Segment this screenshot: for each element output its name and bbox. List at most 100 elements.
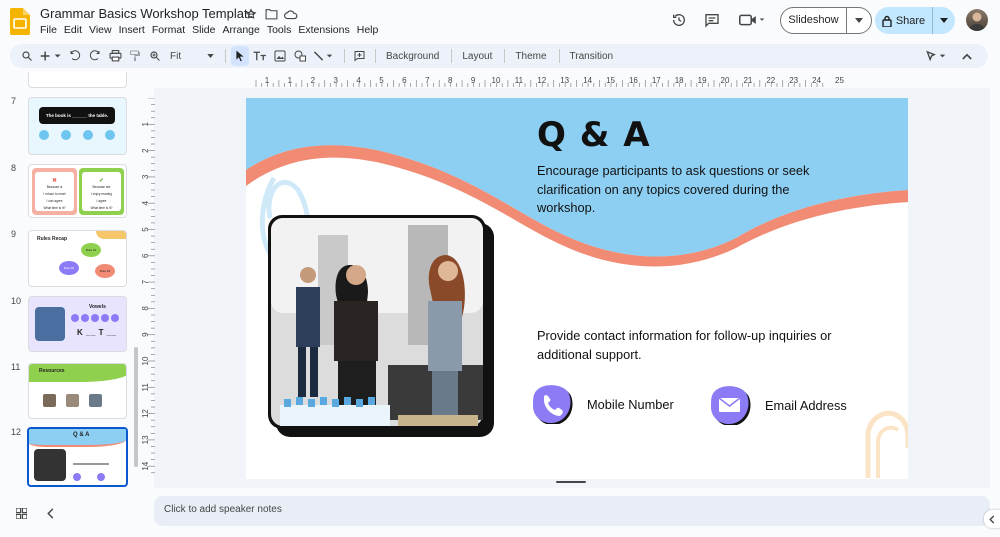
toolbar: Fit Background Layout Theme Transition: [10, 44, 988, 68]
slide-number: 12: [11, 427, 22, 437]
transition-button[interactable]: Transition: [565, 46, 619, 66]
email-address-label: Email Address: [765, 397, 847, 413]
slide-intro-text[interactable]: Encourage participants to ask questions …: [537, 162, 812, 218]
slide-number: 7: [11, 96, 17, 106]
new-slide-icon[interactable]: [38, 46, 64, 66]
menu-slide[interactable]: Slide: [192, 24, 221, 36]
slideshow-dropdown-icon[interactable]: [847, 18, 871, 23]
notes-resize-handle[interactable]: [556, 481, 586, 483]
account-avatar[interactable]: [966, 9, 988, 31]
thumb-title: Resources: [39, 368, 65, 374]
cloud-status-icon[interactable]: [284, 7, 298, 21]
menu-help[interactable]: Help: [357, 24, 385, 36]
menu-view[interactable]: View: [89, 24, 118, 36]
slide-thumbnail[interactable]: Resources: [28, 363, 127, 419]
ruler-label: 15: [606, 76, 615, 85]
thumb-bubble: Rule #3: [95, 264, 115, 278]
slides-logo-icon[interactable]: [10, 8, 30, 35]
meet-video-icon[interactable]: [738, 11, 766, 29]
email-contact[interactable]: Email Address: [709, 385, 847, 427]
thumb-line: What time is it?: [43, 206, 66, 210]
document-title[interactable]: Grammar Basics Workshop Template: [40, 6, 255, 21]
vertical-ruler[interactable]: 1234567891011121314: [142, 98, 156, 478]
slide-contact-text[interactable]: Provide contact information for follow-u…: [537, 327, 837, 364]
layout-button[interactable]: Layout: [457, 46, 497, 66]
paint-format-icon[interactable]: [126, 46, 144, 66]
menu-edit[interactable]: Edit: [64, 24, 88, 36]
ruler-label: 6: [402, 76, 407, 85]
slide-thumbnail[interactable]: Vowels K __ T __: [28, 296, 127, 352]
speaker-notes-placeholder[interactable]: Click to add speaker notes: [164, 504, 282, 515]
ruler-label: 2: [311, 76, 316, 85]
comments-icon[interactable]: [703, 11, 721, 29]
background-button[interactable]: Background: [381, 46, 444, 66]
ruler-label: 4: [142, 200, 150, 205]
share-main[interactable]: Share: [875, 7, 933, 34]
thumb-line: I refuse to reset: [43, 192, 66, 196]
slide-thumbnail[interactable]: ✖ Because is I refuse to reset I can agr…: [28, 164, 127, 218]
add-comment-icon[interactable]: [350, 46, 368, 66]
ruler-label: 13: [142, 435, 150, 444]
toolbar-divider: [504, 49, 506, 63]
thumb-bubble: Rule #2: [59, 261, 79, 275]
insert-image-icon[interactable]: [271, 46, 289, 66]
share-dropdown-icon[interactable]: [933, 18, 955, 23]
slide-title[interactable]: Q & A: [537, 115, 651, 155]
zoom-icon[interactable]: [146, 46, 164, 66]
slideshow-button[interactable]: Slideshow: [780, 7, 872, 34]
horizontal-ruler[interactable]: 1 1 2 3 4 5 6 7 8 9 10 11 12 13 14 15 16 17 18 19 20 21 22 23 24…: [246, 75, 908, 87]
ruler-label: 7: [425, 76, 430, 85]
ruler-label: 8: [448, 76, 453, 85]
ruler-label: 21: [743, 76, 752, 85]
collapse-filmstrip-icon[interactable]: [47, 506, 55, 524]
text-box-icon[interactable]: [251, 46, 269, 66]
grid-view-icon[interactable]: [15, 506, 28, 524]
menu-file[interactable]: File: [40, 24, 63, 36]
ruler-label: 11: [515, 76, 524, 85]
pointer-mode-icon[interactable]: [924, 46, 950, 66]
mobile-contact[interactable]: Mobile Number: [531, 384, 674, 426]
thumb-title: Vowels: [89, 304, 106, 310]
menu-insert[interactable]: Insert: [119, 24, 151, 36]
participants-photo[interactable]: [268, 215, 494, 437]
undo-icon[interactable]: [66, 46, 84, 66]
speaker-notes[interactable]: Click to add speaker notes: [154, 496, 990, 526]
shape-icon[interactable]: [291, 46, 309, 66]
print-icon[interactable]: [106, 46, 124, 66]
select-tool-icon[interactable]: [231, 46, 249, 66]
slide-canvas[interactable]: Q & A Encourage participants to ask ques…: [246, 98, 908, 479]
menu-arrange[interactable]: Arrange: [222, 24, 265, 36]
zoom-select[interactable]: Fit: [166, 46, 218, 66]
thumb-text: K __ T __: [77, 328, 117, 337]
ruler-label: 5: [142, 227, 150, 232]
slideshow-label[interactable]: Slideshow: [781, 8, 847, 33]
ruler-label: 13: [560, 76, 569, 85]
slide-thumbnail[interactable]: [28, 72, 127, 88]
slide-thumbnail[interactable]: The book is ______ the table.: [28, 97, 127, 155]
menu-tools[interactable]: Tools: [267, 24, 298, 36]
collapse-toolbar-icon[interactable]: [958, 46, 976, 66]
theme-button[interactable]: Theme: [510, 46, 551, 66]
ruler-label: 3: [142, 174, 150, 179]
redo-icon[interactable]: [86, 46, 104, 66]
menu-format[interactable]: Format: [152, 24, 191, 36]
lock-icon: [882, 15, 892, 27]
slide-number: 10: [11, 296, 22, 306]
ruler-label: 23: [789, 76, 798, 85]
version-history-icon[interactable]: [670, 11, 688, 29]
filmstrip-scrollbar[interactable]: [134, 347, 138, 467]
line-tool-icon[interactable]: [311, 46, 337, 66]
star-icon[interactable]: [244, 7, 258, 21]
side-panel-toggle-icon[interactable]: [984, 510, 1000, 528]
slide-thumbnail-selected[interactable]: Q & A: [27, 427, 128, 487]
zoom-value: Fit: [170, 50, 182, 62]
search-menus-icon[interactable]: [18, 46, 36, 66]
menu-bar: File Edit View Insert Format Slide Arran…: [40, 24, 385, 36]
thumb-title: Rules Recap: [37, 236, 68, 242]
slide-thumbnail[interactable]: Rules Recap Rule #1 Rule #2 Rule #3: [28, 230, 127, 287]
ruler-label: 1: [288, 76, 293, 85]
share-button[interactable]: Share: [875, 7, 955, 34]
ruler-label: 8: [142, 306, 150, 311]
menu-extensions[interactable]: Extensions: [298, 24, 355, 36]
move-to-folder-icon[interactable]: [264, 7, 278, 21]
